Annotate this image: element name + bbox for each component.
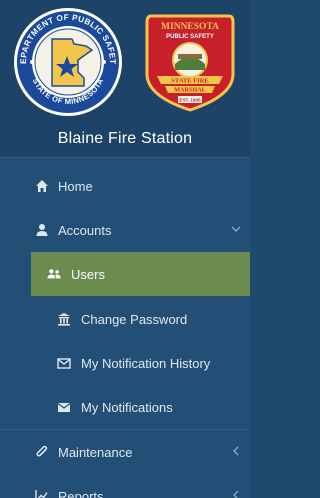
envelope-outline-icon [57, 358, 71, 369]
menu-item-label: Reports [58, 488, 104, 498]
user-icon [36, 224, 48, 236]
chevron-left-icon [233, 446, 239, 456]
badge-banner1: STATE FIRE [171, 78, 209, 85]
submenu-item-change-password[interactable]: Change Password [31, 297, 250, 341]
submenu-item-label: Change Password [81, 311, 188, 327]
menu-item-reports[interactable]: Reports [0, 474, 250, 498]
menu-item-maintenance[interactable]: Maintenance [0, 430, 250, 474]
line-chart-icon [35, 490, 48, 498]
menu-item-label: Maintenance [58, 444, 133, 460]
paperclip-icon [36, 445, 48, 457]
fire-marshal-badge-logo: MINNESOTA PUBLIC SAFETY STATE FIRE MARSH… [145, 14, 235, 112]
chevron-down-icon [231, 226, 241, 232]
menu-item-label: Accounts [58, 222, 112, 238]
building-icon [58, 313, 70, 326]
submenu-item-label: Users [71, 266, 105, 282]
submenu-item-label: My Notification History [81, 355, 211, 371]
dps-seal-logo: DEPARTMENT OF PUBLIC SAFETY STATE OF MIN… [12, 6, 122, 116]
station-name: Blaine Fire Station [57, 130, 193, 147]
chevron-left-icon [233, 490, 239, 498]
home-icon [36, 180, 48, 192]
badge-est: EST. 1905 [179, 98, 201, 103]
sidebar: DEPARTMENT OF PUBLIC SAFETY STATE OF MIN… [0, 0, 250, 498]
menu-item-home[interactable]: Home [0, 164, 250, 208]
sidebar-header: DEPARTMENT OF PUBLIC SAFETY STATE OF MIN… [0, 0, 250, 158]
menu-item-label: Home [58, 178, 93, 194]
submenu-item-users[interactable]: Users [31, 252, 250, 296]
menu-item-accounts[interactable]: Accounts [0, 208, 250, 252]
badge-banner2: MARSHAL [174, 87, 206, 94]
badge-line1: MINNESOTA [161, 22, 219, 32]
users-icon [47, 269, 61, 279]
submenu-item-label: My Notifications [81, 399, 173, 415]
submenu-item-notification-history[interactable]: My Notification History [31, 341, 250, 385]
submenu-item-notifications[interactable]: My Notifications [31, 385, 250, 429]
badge-line2: PUBLIC SAFETY [166, 34, 214, 40]
envelope-icon [57, 403, 71, 412]
